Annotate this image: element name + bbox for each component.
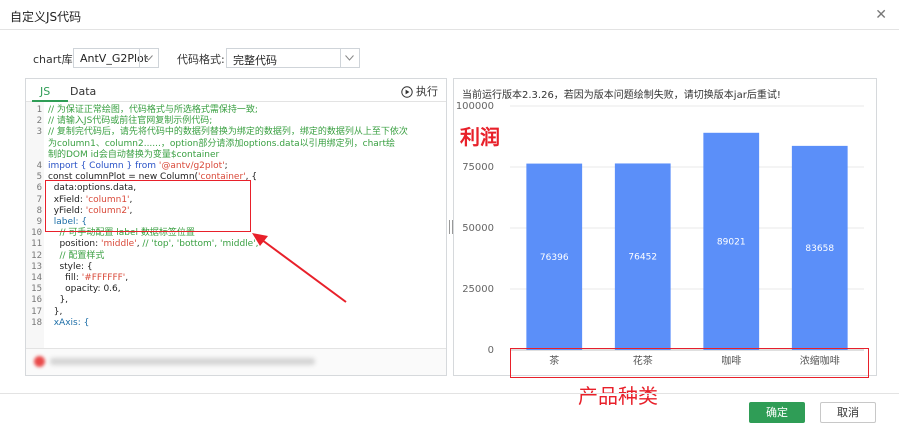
bar-value-label: 76452	[628, 253, 657, 263]
code-line: // 为保证正常绘图，代码格式与所选格式需保持一致;	[48, 105, 258, 115]
code-highlight-box	[45, 180, 251, 232]
bar-value-label: 83658	[805, 244, 834, 254]
chart-lib-select[interactable]: AntV_G2Plot	[73, 48, 159, 68]
cancel-button[interactable]: 取消	[820, 402, 876, 423]
line-number: 17	[31, 306, 42, 317]
code-line: // 请输入JS代码或前往官网复制示例代码;	[48, 116, 213, 127]
ok-button[interactable]: 确定	[749, 402, 805, 423]
line-number: 16	[31, 295, 42, 306]
dialog-title: 自定义JS代码	[10, 10, 82, 24]
chevron-down-icon	[340, 49, 359, 67]
chart-lib-label: chart库:	[33, 53, 77, 66]
line-number: 10	[31, 228, 42, 239]
line-number: 2	[36, 116, 42, 127]
run-button[interactable]: 执行	[401, 83, 438, 99]
bar-value-label: 89021	[717, 237, 746, 247]
chart-lib-value: AntV_G2Plot	[80, 52, 149, 65]
x-axis-annotation: 产品种类	[578, 384, 658, 408]
annotation-arrow	[252, 233, 347, 303]
y-tick-label: 0	[488, 345, 494, 356]
play-icon	[401, 86, 413, 98]
line-number: 6	[36, 183, 42, 194]
tab-data[interactable]: Data	[70, 85, 96, 98]
editor-status-bar	[26, 348, 446, 375]
y-tick-label: 75000	[462, 162, 494, 173]
line-number: 4	[36, 161, 42, 172]
y-tick-label: 25000	[462, 284, 494, 295]
y-axis-annotation: 利润	[460, 125, 500, 149]
line-number: 8	[36, 205, 42, 216]
line-number	[26, 139, 42, 150]
tab-js[interactable]: JS	[40, 85, 50, 98]
blurred-status-text	[50, 358, 315, 365]
code-line: 为column1、column2......，option部分请添加option…	[48, 138, 396, 149]
error-icon	[34, 356, 45, 367]
run-label: 执行	[416, 85, 438, 98]
line-number: 9	[36, 217, 42, 228]
line-number: 3	[36, 127, 42, 138]
code-line: // 复制完代码后，请先将代码中的数据列替换为绑定的数据列，绑定的数据列从上至下…	[48, 127, 408, 138]
editor-tabs: JS Data 执行	[26, 79, 446, 102]
code-line: 制的DOM id会自动替换为变量$container	[48, 149, 220, 160]
line-number: 13	[31, 261, 42, 272]
code-format-value: 完整代码	[233, 54, 277, 67]
dialog-titlebar: 自定义JS代码 ✕	[0, 0, 899, 30]
chevron-down-icon	[139, 49, 158, 67]
x-axis-highlight-box	[510, 348, 869, 378]
close-icon[interactable]: ✕	[875, 7, 887, 23]
line-numbers: 123 4 5 6 7 8 9 10 11 12 13 14 15 16 17 18	[26, 105, 42, 329]
line-number: 5	[36, 172, 42, 183]
code-format-select[interactable]: 完整代码	[226, 48, 360, 68]
y-tick-label: 100000	[456, 101, 494, 112]
line-number: 12	[31, 250, 42, 261]
line-number: 7	[36, 194, 42, 205]
code-line: },	[48, 306, 63, 317]
bar-value-label: 76396	[540, 253, 569, 263]
line-number: 11	[31, 239, 42, 250]
line-number: 15	[31, 284, 42, 295]
column-chart: 025000500007500010000076396茶76452花茶89021…	[456, 101, 864, 367]
code-format-label: 代码格式:	[177, 53, 225, 66]
line-number: 18	[31, 317, 42, 328]
code-line: import { Column } from '@antv/g2plot';	[48, 161, 228, 172]
preview-panel: 当前运行版本2.3.26，若因为版本问题绘制失败，请切换版本jar后重试! 02…	[453, 78, 877, 376]
line-number: 14	[31, 273, 42, 284]
footer-divider	[0, 393, 899, 394]
code-line: xAxis: {	[48, 317, 90, 328]
line-number: 1	[36, 105, 42, 115]
line-number	[26, 150, 42, 161]
y-tick-label: 50000	[462, 223, 494, 234]
